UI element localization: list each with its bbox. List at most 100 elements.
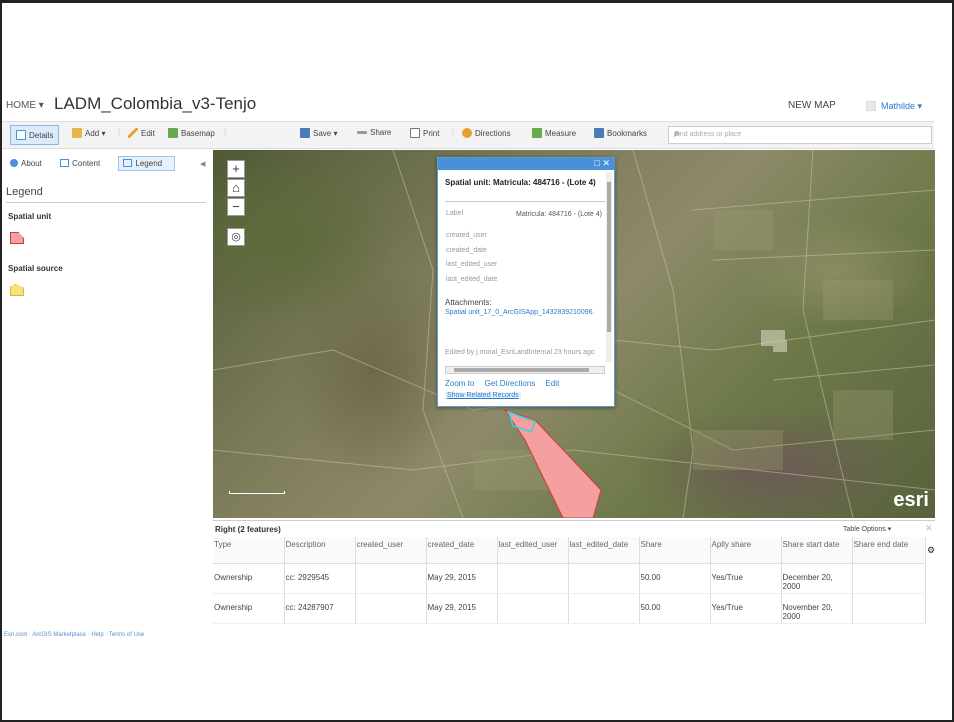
legend-icon: [123, 159, 133, 167]
column-header[interactable]: created_user: [355, 537, 427, 564]
user-menu[interactable]: Mathilde ▾: [866, 101, 922, 112]
directions-button[interactable]: Directions: [462, 128, 511, 138]
table-cell: November 20, 2000: [781, 593, 853, 624]
main-toolbar: Details Add ▾ | Edit Basemap | Save ▾ Sh…: [2, 121, 934, 149]
column-settings-icon[interactable]: ⚙: [927, 545, 935, 555]
print-icon: [410, 128, 420, 138]
polygon-symbol-icon: [10, 284, 24, 296]
field-value: Matricula: 484716 - (Lote 4): [516, 211, 602, 218]
new-map-button[interactable]: NEW MAP: [788, 100, 836, 111]
table-cell: cc: 2929545: [284, 563, 356, 594]
tab-content[interactable]: Content: [60, 159, 108, 168]
field-name: created_user: [446, 232, 487, 239]
measure-icon: [532, 128, 542, 138]
show-related-records-link[interactable]: Show Related Records: [445, 392, 521, 399]
popup-actions: Zoom to Get Directions Edit: [445, 379, 567, 388]
table-cell: Yes/True: [710, 563, 782, 594]
legend-layer-title: Spatial source: [8, 264, 63, 273]
search-input[interactable]: Find address or place ⌕: [668, 126, 932, 144]
add-button[interactable]: Add ▾: [72, 128, 105, 138]
column-header[interactable]: Share: [639, 537, 711, 564]
tab-about[interactable]: About: [10, 159, 50, 168]
tab-legend[interactable]: Legend: [118, 156, 176, 171]
share-button[interactable]: Share: [357, 128, 391, 137]
column-header[interactable]: Share end date: [852, 537, 926, 564]
column-header[interactable]: Description: [284, 537, 356, 564]
table-cell: [568, 563, 640, 594]
bookmark-icon: [594, 128, 604, 138]
user-name: Mathilde ▾: [881, 101, 923, 111]
zoom-out-button[interactable]: −: [227, 198, 245, 216]
popup-hscrollbar[interactable]: [445, 366, 605, 374]
zoom-in-button[interactable]: +: [227, 160, 245, 178]
save-icon: [300, 128, 310, 138]
popup-title: Spatial unit: Matricula: 484716 - (Lote …: [445, 178, 596, 187]
details-button[interactable]: Details: [10, 125, 60, 145]
table-cell: [497, 563, 569, 594]
divider: [6, 202, 206, 203]
field-name: created_date: [446, 247, 487, 254]
scale-bar: [229, 491, 285, 494]
esri-logo: esri: [893, 489, 929, 511]
field-name: last_edited_date: [446, 276, 498, 283]
column-header[interactable]: last_edited_user: [497, 537, 569, 564]
legend-heading: Legend: [6, 186, 43, 198]
close-icon[interactable]: ✕: [925, 523, 933, 534]
collapse-panel-icon[interactable]: ◀: [200, 160, 205, 168]
zoom-to-link[interactable]: Zoom to: [445, 379, 474, 388]
feature-popup: □ ✕ Spatial unit: Matricula: 484716 - (L…: [437, 157, 615, 407]
bookmarks-button[interactable]: Bookmarks: [594, 128, 647, 138]
attachments-label: Attachments:: [445, 298, 492, 307]
details-panel: About Content Legend ◀ Legend Spatial un…: [2, 150, 212, 640]
table-options-button[interactable]: Table Options ▾: [843, 525, 891, 533]
basemap-button[interactable]: Basemap: [168, 128, 215, 138]
column-header[interactable]: last_edited_date: [568, 537, 640, 564]
content-icon: [60, 159, 70, 167]
table-row[interactable]: Ownership cc: 24287907 May 29, 2015 50.0…: [213, 593, 926, 624]
edited-by-text: Edited by j.moral_EsriLandInternal 23 ho…: [445, 349, 595, 356]
home-breadcrumb[interactable]: HOME ▾: [6, 100, 44, 111]
table-cell: [497, 593, 569, 624]
column-header[interactable]: Share start date: [781, 537, 853, 564]
edit-link[interactable]: Edit: [546, 379, 560, 388]
search-icon[interactable]: ⌕: [674, 128, 927, 141]
avatar: [866, 101, 876, 111]
table-cell: Yes/True: [710, 593, 782, 624]
toolbar-divider: |: [452, 128, 455, 137]
table-scrollbar[interactable]: ⚙: [927, 540, 935, 630]
column-header[interactable]: Type: [213, 537, 285, 564]
save-button[interactable]: Save ▾: [300, 128, 337, 138]
toolbar-divider: |: [118, 128, 121, 137]
popup-scrollbar[interactable]: [606, 172, 612, 362]
home-extent-icon[interactable]: ⌂: [227, 179, 245, 197]
attachment-link[interactable]: Spatial unit_17_0_ArcGISApp_143283921009…: [445, 308, 607, 318]
measure-button[interactable]: Measure: [532, 128, 576, 138]
table-header-row: Type Description created_user created_da…: [213, 537, 926, 564]
toolbar-divider: |: [224, 128, 227, 137]
zoom-controls: + ⌂ −: [227, 160, 245, 217]
table-cell: May 29, 2015: [426, 593, 498, 624]
legend-layer-title: Spatial unit: [8, 212, 52, 221]
column-header[interactable]: Aplly share: [710, 537, 782, 564]
print-button[interactable]: Print: [410, 128, 439, 138]
table-cell: May 29, 2015: [426, 563, 498, 594]
table-cell: cc: 24287907: [284, 593, 356, 624]
polygon-symbol-icon: [10, 232, 24, 244]
table-cell: December 20, 2000: [781, 563, 853, 594]
maximize-icon[interactable]: □: [595, 158, 600, 168]
table-cell: [852, 563, 926, 594]
field-name: Label: [446, 210, 464, 217]
add-layer-icon: [72, 128, 82, 138]
basemap-icon: [168, 128, 178, 138]
details-icon: [16, 130, 26, 140]
get-directions-link[interactable]: Get Directions: [485, 379, 536, 388]
footer-links[interactable]: Esri.com · ArcGIS Marketplace · Help · T…: [4, 632, 144, 638]
app-header: HOME ▾ LADM_Colombia_v3-Tenjo NEW MAP Ma…: [2, 92, 932, 120]
edit-button[interactable]: Edit: [128, 128, 155, 138]
table-cell: 50.00: [639, 563, 711, 594]
column-header[interactable]: created_date: [426, 537, 498, 564]
table-row[interactable]: Ownership cc: 2929545 May 29, 2015 50.00…: [213, 563, 926, 594]
locate-icon[interactable]: ◎: [227, 228, 245, 246]
popup-header: □ ✕: [438, 158, 614, 170]
close-icon[interactable]: ✕: [602, 158, 610, 168]
